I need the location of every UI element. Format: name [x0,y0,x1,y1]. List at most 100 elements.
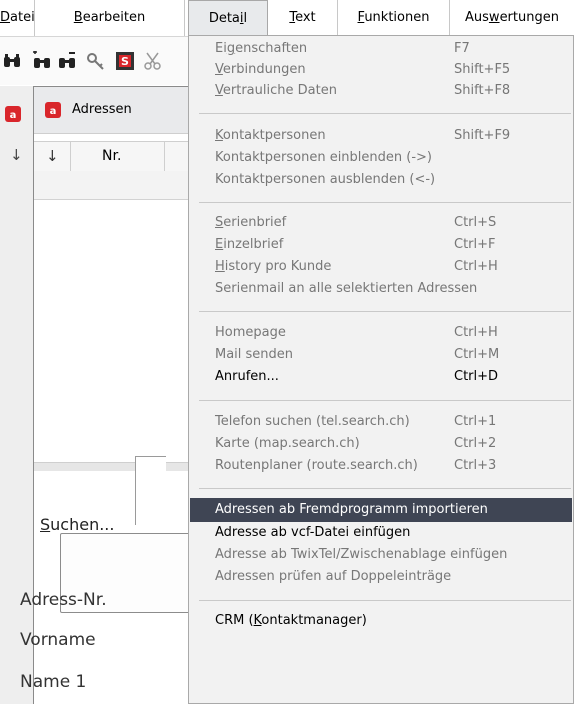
toolbar: S [0,37,190,85]
search-input[interactable] [135,456,166,525]
item-accel: g [226,41,236,56]
menu-item-routenplaner[interactable]: Routenplaner (route.search.ch) Ctrl+3 [190,455,572,477]
item-accel: E [215,237,224,252]
menu-accel: B [73,10,83,25]
menu-text[interactable]: Text [268,0,338,36]
item-label: Adressen ab Fremdprogramm importieren [215,502,488,517]
table-row[interactable] [34,171,194,200]
item-label: istory pro Kunde [224,259,332,274]
menu-item-serienmail[interactable]: Serienmail an alle selektierten Adressen [190,278,572,300]
item-label: Mail senden [215,347,294,362]
binoculars-plus-icon[interactable] [32,51,52,71]
item-label: Homepage [215,325,286,340]
svg-text:a: a [10,110,17,121]
item-shortcut: Shift+F5 [454,62,511,77]
s-badge-icon[interactable]: S [115,51,135,71]
sort-arrow-icon[interactable]: ↓ [46,147,59,165]
search-button-label: uchen... [50,515,115,534]
item-label: ontaktpersonen [222,128,326,143]
label-vorname: Vorname [20,630,96,650]
menu-item-kontaktpersonen-ausblenden[interactable]: Kontaktpersonen ausblenden (<-) [190,169,572,191]
item-label: Ei [215,41,227,56]
app-logo-icon: a [45,102,61,118]
item-shortcut: Ctrl+H [454,259,498,274]
menu-label: Deta [208,11,240,26]
addresses-window: a Adressen ↓ Nr. [33,86,200,704]
item-label: Adresse ab vcf-Datei einfügen [215,525,411,540]
binoculars-icon[interactable] [2,51,22,71]
menu-item-twixtel-einfuegen[interactable]: Adresse ab TwixTel/Zwischenablage einfüg… [190,544,572,566]
binoculars-minus-icon[interactable] [57,51,77,71]
menu-separator [199,311,571,312]
menu-item-mail-senden[interactable]: Mail senden Ctrl+M [190,344,572,366]
item-accel: H [215,259,225,274]
detail-dropdown-menu: Eigenschaften F7 Verbindungen Shift+F5 V… [188,35,574,704]
item-shortcut: Shift+F9 [454,128,511,143]
menu-label: l [243,11,248,26]
window-titlebar[interactable]: a Adressen [34,87,194,134]
item-label: Kontaktpersonen ausblenden (<-) [215,172,436,187]
menu-accel: w [488,10,500,25]
menu-auswertungen[interactable]: Auswertungen [450,0,574,36]
grid-body [34,200,194,462]
menu-detail[interactable]: Detail [188,0,268,36]
menu-item-telefon-suchen[interactable]: Telefon suchen (tel.search.ch) Ctrl+1 [190,411,572,433]
search-accel: S [40,515,51,534]
item-label: inzelbrief [223,237,284,252]
item-label: Serienmail an alle selektierten Adressen [215,281,478,296]
item-shortcut: Ctrl+S [454,215,497,230]
menu-item-einzelbrief[interactable]: Einzelbrief Ctrl+F [190,234,572,256]
menu-item-serienbrief[interactable]: Serienbrief Ctrl+S [190,212,572,234]
menu-label: ext [295,10,316,25]
menu-item-kontaktpersonen-einblenden[interactable]: Kontaktpersonen einblenden (->) [190,147,572,169]
menu-item-kontaktpersonen[interactable]: Kontaktpersonen Shift+F9 [190,125,572,147]
menu-separator [199,400,571,401]
item-label: Adresse ab TwixTel/Zwischenablage einfüg… [215,547,508,562]
menu-funktionen[interactable]: Funktionen [338,0,450,36]
scissors-icon[interactable] [143,51,163,71]
menu-item-vertrauliche-daten[interactable]: Vertrauliche Daten Shift+F8 [190,80,572,102]
item-shortcut: Ctrl+D [454,369,499,384]
key-filter-icon[interactable] [86,51,106,71]
menu-label: unktionen [364,10,430,25]
menu-accel: D [0,10,11,25]
item-shortcut: Ctrl+F [454,237,496,252]
sort-arrow-icon[interactable]: ↓ [10,146,23,164]
menu-item-verbindungen[interactable]: Verbindungen Shift+F5 [190,59,572,81]
menu-item-karte[interactable]: Karte (map.search.ch) Ctrl+2 [190,433,572,455]
menu-item-vcf-einfuegen[interactable]: Adresse ab vcf-Datei einfügen [190,522,572,544]
item-shortcut: Ctrl+H [454,325,498,340]
menu-item-fremdprogramm-importieren[interactable]: Adressen ab Fremdprogramm importieren [190,498,572,522]
label-name-1: Name 1 [20,672,87,692]
item-label: Karte (map.search.ch) [215,436,360,451]
grid-scrollbar[interactable] [34,462,194,471]
menu-item-history-pro-kunde[interactable]: History pro Kunde Ctrl+H [190,256,572,278]
menu-datei[interactable]: Datei [0,0,35,36]
item-label: Kontaktpersonen einblenden (->) [215,150,432,165]
item-label: Anrufen... [215,369,279,384]
menu-item-eigenschaften[interactable]: Eigenschaften F7 [190,38,572,60]
menu-label: ertungen [499,10,559,25]
menu-item-anrufen[interactable]: Anrufen... Ctrl+D [190,366,572,388]
app-logo-icon: a [5,106,21,122]
search-button[interactable]: Suchen... [40,515,114,534]
item-label: Telefon suchen (tel.search.ch) [215,414,410,429]
item-label: erienbrief [223,215,287,230]
item-label: ertrauliche Daten [222,83,337,98]
column-header-nr[interactable]: Nr. [102,148,121,164]
grid-header: ↓ Nr. [34,141,194,202]
item-label: Routenplaner (route.search.ch) [215,458,418,473]
item-accel: V [215,83,223,98]
menu-label: Aus [465,10,489,25]
item-shortcut: Shift+F8 [454,83,511,98]
item-shortcut: F7 [454,41,470,56]
menu-label: atei [10,10,35,25]
menu-item-crm[interactable]: CRM (Kontaktmanager) [190,610,572,632]
item-accel: K [215,128,223,143]
menu-item-homepage[interactable]: Homepage Ctrl+H [190,322,572,344]
menu-item-doppeleintraege[interactable]: Adressen prüfen auf Doppeleinträge [190,566,572,588]
menu-bearbeiten[interactable]: Bearbeiten [35,0,185,36]
item-label: ontaktmanager) [261,613,367,628]
item-shortcut: Ctrl+M [454,347,500,362]
menu-bar: Datei Bearbeiten Detail Text Funktionen … [0,0,574,37]
